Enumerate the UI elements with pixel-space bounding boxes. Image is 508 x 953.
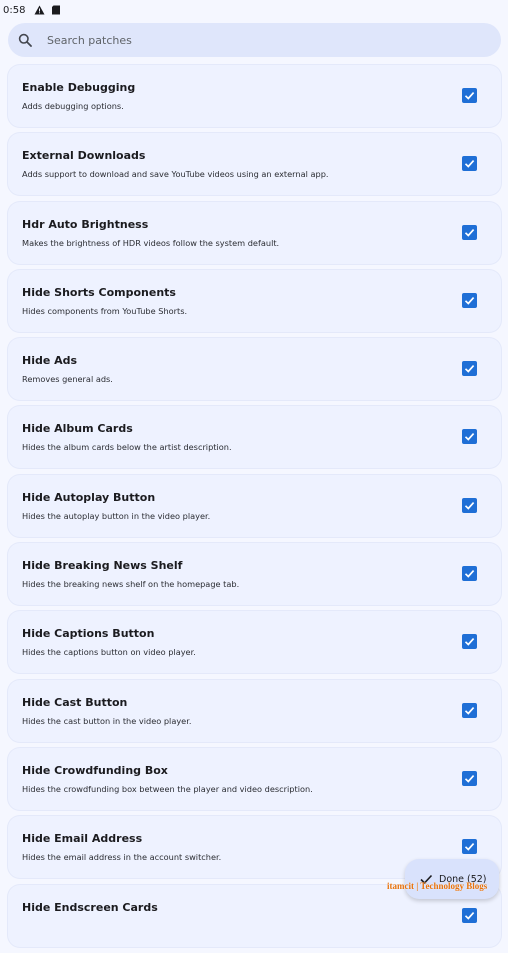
patch-title: Hide Breaking News Shelf [22,559,183,573]
patch-item[interactable]: Hide Album Cards Hides the album cards b… [8,406,501,469]
patch-description: Hides components from YouTube Shorts. [22,305,188,316]
patch-description: Hides the captions button on video playe… [22,647,196,658]
patch-description: Hides the autoplay button in the video p… [22,510,211,521]
check-icon [464,911,475,920]
patch-description: Adds support to download and save YouTub… [22,169,329,180]
patch-title: Hide Captions Button [22,627,155,641]
patch-title: Hide Endscreen Cards [22,900,158,914]
patch-checkbox[interactable] [462,429,477,445]
sd-card-icon [50,4,62,16]
patch-checkbox[interactable] [462,497,477,513]
patch-title: External Downloads [22,149,146,163]
patch-item[interactable]: Hide Crowdfunding Box Hides the crowdfun… [8,747,501,810]
patch-checkbox[interactable] [462,907,477,923]
search-bar[interactable] [8,23,501,57]
check-icon [464,706,475,715]
watermark: itamcit | Technology Blogs [387,881,488,891]
patch-item[interactable]: Hide Captions Button Hides the captions … [8,611,501,674]
patch-title: Hide Cast Button [22,695,128,709]
check-icon [464,296,475,305]
check-icon [464,570,475,578]
patch-checkbox[interactable] [462,839,477,855]
patch-title: Hide Album Cards [22,422,133,436]
patch-item[interactable]: Enable Debugging Adds debugging options. [8,65,501,127]
patch-checkbox[interactable] [462,156,477,172]
check-icon [464,228,475,237]
patch-checkbox[interactable] [462,702,477,718]
patch-description: Hides the email address in the account s… [22,852,222,863]
status-bar: 0:58 [0,0,508,20]
patch-title: Hide Email Address [22,832,143,846]
patch-title: Hide Autoplay Button [22,490,156,504]
patch-description: Adds debugging options. [22,101,124,111]
patch-title: Hide Crowdfunding Box [22,763,168,777]
patch-item[interactable]: Hide Ads Removes general ads. [8,338,501,401]
patch-description: Hides the crowdfunding box between the p… [22,783,313,794]
search-icon [17,32,33,48]
patch-item[interactable]: Hide Autoplay Button Hides the autoplay … [8,474,501,537]
patch-item[interactable]: External Downloads Adds support to downl… [8,133,501,196]
patch-checkbox[interactable] [462,634,477,650]
patch-checkbox[interactable] [462,361,477,377]
patch-title: Hdr Auto Brightness [22,217,149,231]
patch-checkbox[interactable] [462,566,477,582]
patch-item[interactable]: Hdr Auto Brightness Makes the brightness… [8,201,501,264]
patch-description: Hides the cast button in the video playe… [22,715,192,726]
check-icon [464,501,475,510]
warning-icon [33,4,45,16]
search-input[interactable] [47,33,467,47]
check-icon [464,843,475,851]
patch-description: Hides the album cards below the artist d… [22,442,232,453]
check-icon [464,775,475,783]
patch-item[interactable]: Hide Breaking News Shelf Hides the break… [8,543,501,606]
done-button[interactable]: Done (52) [405,859,499,899]
patch-list: Enable Debugging Adds debugging options.… [8,65,501,953]
status-time: 0:58 [3,4,26,16]
patch-description: Hides the breaking news shelf on the hom… [22,579,240,590]
patch-checkbox[interactable] [462,770,477,786]
patch-title: Enable Debugging [22,81,136,94]
patch-title: Hide Ads [22,354,78,368]
check-icon [464,92,475,100]
patch-item[interactable]: Hide Shorts Components Hides components … [8,269,501,332]
patch-title: Hide Shorts Components [22,285,176,299]
patch-checkbox[interactable] [462,224,477,240]
patch-checkbox[interactable] [462,88,477,103]
check-icon [464,160,475,169]
check-icon [464,433,475,442]
check-icon [464,365,475,373]
patch-checkbox[interactable] [462,292,477,308]
patch-description: Removes general ads. [22,374,113,385]
check-icon [464,638,475,647]
patch-item[interactable]: Hide Cast Button Hides the cast button i… [8,679,501,742]
patch-description: Makes the brightness of HDR videos follo… [22,237,280,248]
